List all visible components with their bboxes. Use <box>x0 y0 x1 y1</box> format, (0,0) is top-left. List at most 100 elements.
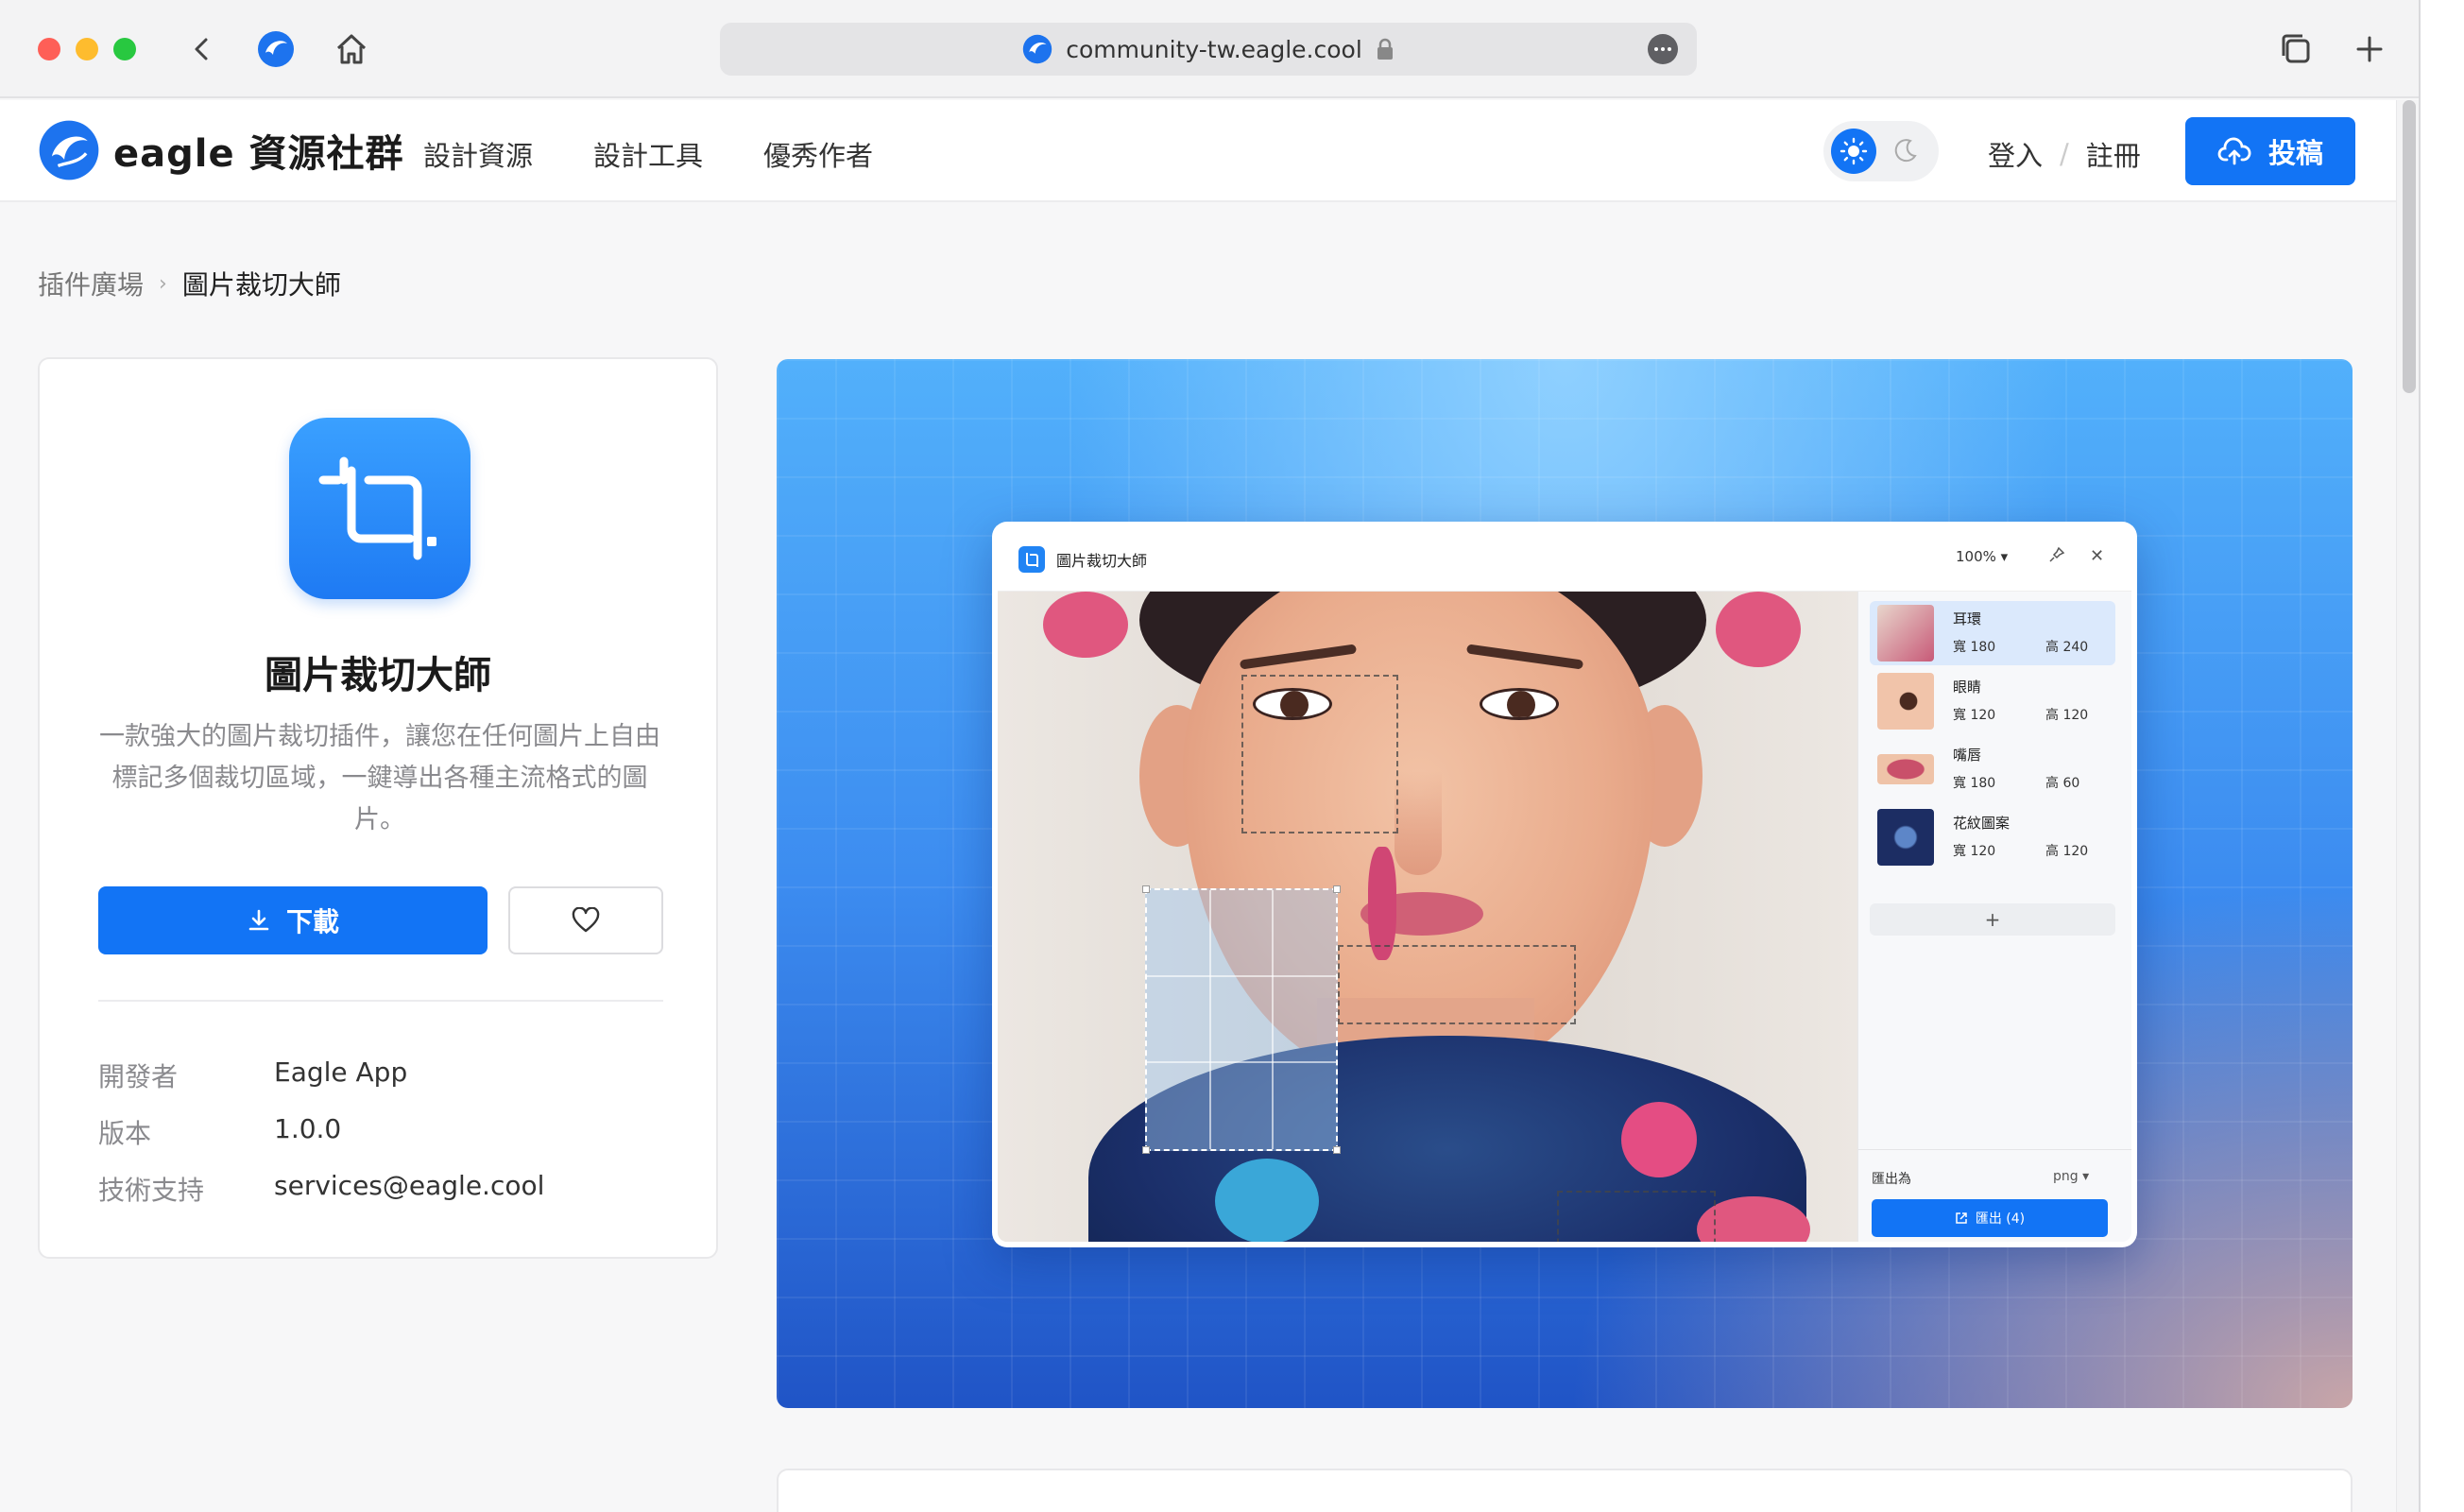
auth-links: 登入 / 註冊 <box>1988 134 2141 174</box>
plugin-crop-icon <box>289 418 471 599</box>
crop-list-item: 花紋圖案 寬 120 高 120 <box>1870 805 2115 869</box>
crop-region-pattern <box>1557 1191 1716 1242</box>
breadcrumb-plugin-square[interactable]: 插件廣場 <box>38 265 144 302</box>
add-crop-button: + <box>1870 903 2115 936</box>
auth-separator: / <box>2060 138 2069 170</box>
crop-name: 嘴唇 <box>1953 747 1982 764</box>
meta-developer: 開發者 Eagle App <box>98 1057 665 1094</box>
export-as-label: 匯出為 <box>1872 1172 1911 1187</box>
meta-label: 開發者 <box>98 1061 179 1092</box>
crop-list-item: 嘴唇 寬 180 高 60 <box>1870 737 2115 801</box>
close-icon: ✕ <box>2090 546 2105 566</box>
plugin-info-card: 圖片裁切大師 一款強大的圖片裁切插件，讓您在任何圖片上自由標記多個裁切區域，一鍵… <box>38 357 718 1259</box>
zoom-select: 100% ▾ <box>1956 548 2009 565</box>
zoom-value: 100% <box>1956 548 1996 565</box>
crop-width: 寬 180 <box>1953 640 1996 655</box>
heart-icon <box>572 907 600 933</box>
main-nav: 設計資源 設計工具 優秀作者 <box>423 134 873 174</box>
maximize-window-button[interactable] <box>113 38 136 60</box>
tabs-overview-icon[interactable] <box>2271 25 2320 74</box>
plugin-description: 一款強大的圖片裁切插件，讓您在任何圖片上自由標記多個裁切區域，一鍵導出各種主流格… <box>99 722 660 834</box>
sun-icon[interactable] <box>1831 129 1876 174</box>
crop-height: 高 120 <box>2045 708 2089 723</box>
preview-app-titlebar: 圖片裁切大師 100% ▾ ✕ <box>998 527 2131 592</box>
login-link[interactable]: 登入 <box>1988 134 2043 174</box>
crop-list-panel: 耳環 寬 180 高 240 眼睛 寬 120 高 120 嘴唇 寬 180 高… <box>1857 592 2136 1242</box>
page-scrollbar[interactable] <box>2396 100 2419 1512</box>
crop-region-earring-active <box>1142 885 1341 1154</box>
preview-app-title: 圖片裁切大師 <box>1056 552 1148 570</box>
card-divider <box>98 1000 663 1002</box>
crop-width: 寬 180 <box>1953 776 1996 791</box>
site-logo[interactable]: eagle 資源社群 <box>38 119 404 181</box>
meta-support: 技術支持 services@eagle.cool <box>98 1170 665 1208</box>
address-bar[interactable]: community-tw.eagle.cool <box>720 23 1697 76</box>
crop-width: 寬 120 <box>1953 708 1996 723</box>
meta-value: 1.0.0 <box>274 1113 342 1144</box>
crop-thumbnail <box>1877 809 1934 866</box>
export-button: 匯出 (4) <box>1872 1199 2108 1237</box>
browser-toolbar: community-tw.eagle.cool <box>0 0 2419 98</box>
site-favicon-icon <box>1023 34 1052 64</box>
meta-label: 技術支持 <box>98 1175 205 1206</box>
nav-design-tools[interactable]: 設計工具 <box>593 134 703 174</box>
more-options-icon[interactable] <box>1648 34 1678 64</box>
crop-thumbnail <box>1877 605 1934 662</box>
crop-height: 高 240 <box>2045 640 2089 655</box>
crop-name: 耳環 <box>1953 610 1982 627</box>
home-icon[interactable] <box>327 25 376 74</box>
breadcrumb-current: 圖片裁切大師 <box>181 269 341 301</box>
new-tab-icon[interactable] <box>2345 25 2394 74</box>
site-favicon-icon <box>251 25 300 74</box>
preview-app-window: 圖片裁切大師 100% ▾ ✕ 耳環 寬 180 高 240 眼睛 寬 120 … <box>992 522 2137 1247</box>
download-button[interactable]: 下載 <box>98 886 488 954</box>
crop-width: 寬 120 <box>1953 844 1996 859</box>
plugin-title: 圖片裁切大師 <box>265 654 491 697</box>
logo-text: eagle 資源社群 <box>113 132 404 176</box>
download-label: 下載 <box>285 906 339 937</box>
nav-design-resources[interactable]: 設計資源 <box>423 134 533 174</box>
theme-toggle[interactable] <box>1823 121 1939 181</box>
chevron-right-icon: › <box>159 271 167 296</box>
crop-name: 花紋圖案 <box>1953 815 2011 832</box>
crop-height: 高 120 <box>2045 844 2089 859</box>
favorite-button[interactable] <box>508 886 663 954</box>
breadcrumb: 插件廣場 › 圖片裁切大師 <box>38 265 341 302</box>
crop-region-eye <box>1241 675 1398 833</box>
eagle-logo-icon <box>39 120 99 180</box>
moon-icon[interactable] <box>1891 136 1920 168</box>
site-header: eagle 資源社群 設計資源 設計工具 優秀作者 登入 / 註冊 投稿 <box>0 100 2396 202</box>
crop-list-item: 眼睛 寬 120 高 120 <box>1870 669 2115 733</box>
scrollbar-thumb[interactable] <box>2403 100 2416 393</box>
external-link-icon <box>1956 1212 1967 1224</box>
meta-label: 版本 <box>98 1118 152 1149</box>
crop-list-item: 耳環 寬 180 高 240 <box>1870 601 2115 665</box>
crop-height: 高 60 <box>2045 776 2080 791</box>
close-window-button[interactable] <box>38 38 60 60</box>
nav-top-authors[interactable]: 優秀作者 <box>763 134 873 174</box>
url-text: community-tw.eagle.cool <box>1066 35 1362 63</box>
image-canvas <box>998 592 1857 1242</box>
download-icon <box>248 909 269 931</box>
register-link[interactable]: 註冊 <box>2086 134 2141 174</box>
meta-value: Eagle App <box>274 1057 408 1088</box>
pin-icon <box>2048 546 2065 567</box>
submit-button[interactable]: 投稿 <box>2185 117 2355 185</box>
plugin-preview-image: 圖片裁切大師 100% ▾ ✕ 耳環 寬 180 高 240 眼睛 寬 120 … <box>777 359 2353 1408</box>
export-format-select: png ▾ <box>2053 1169 2090 1184</box>
content-card <box>777 1469 2353 1512</box>
minimize-window-button[interactable] <box>76 38 98 60</box>
meta-value[interactable]: services@eagle.cool <box>274 1170 544 1208</box>
back-icon[interactable] <box>178 25 227 74</box>
panel-scrollbar <box>2132 724 2136 1140</box>
submit-label: 投稿 <box>2267 137 2323 169</box>
browser-window: community-tw.eagle.cool eagle 資源社群 設計資源 … <box>0 0 2421 1512</box>
crop-thumbnail <box>1877 754 1934 784</box>
lock-icon <box>1377 38 1393 60</box>
crop-name: 眼睛 <box>1953 679 1982 696</box>
meta-version: 版本 1.0.0 <box>98 1113 665 1151</box>
export-button-label: 匯出 (4) <box>1975 1211 2026 1227</box>
crop-thumbnail <box>1877 673 1934 730</box>
crop-region-lips <box>1338 945 1576 1024</box>
export-section: 匯出為 png ▾ 匯出 (4) <box>1858 1149 2131 1242</box>
